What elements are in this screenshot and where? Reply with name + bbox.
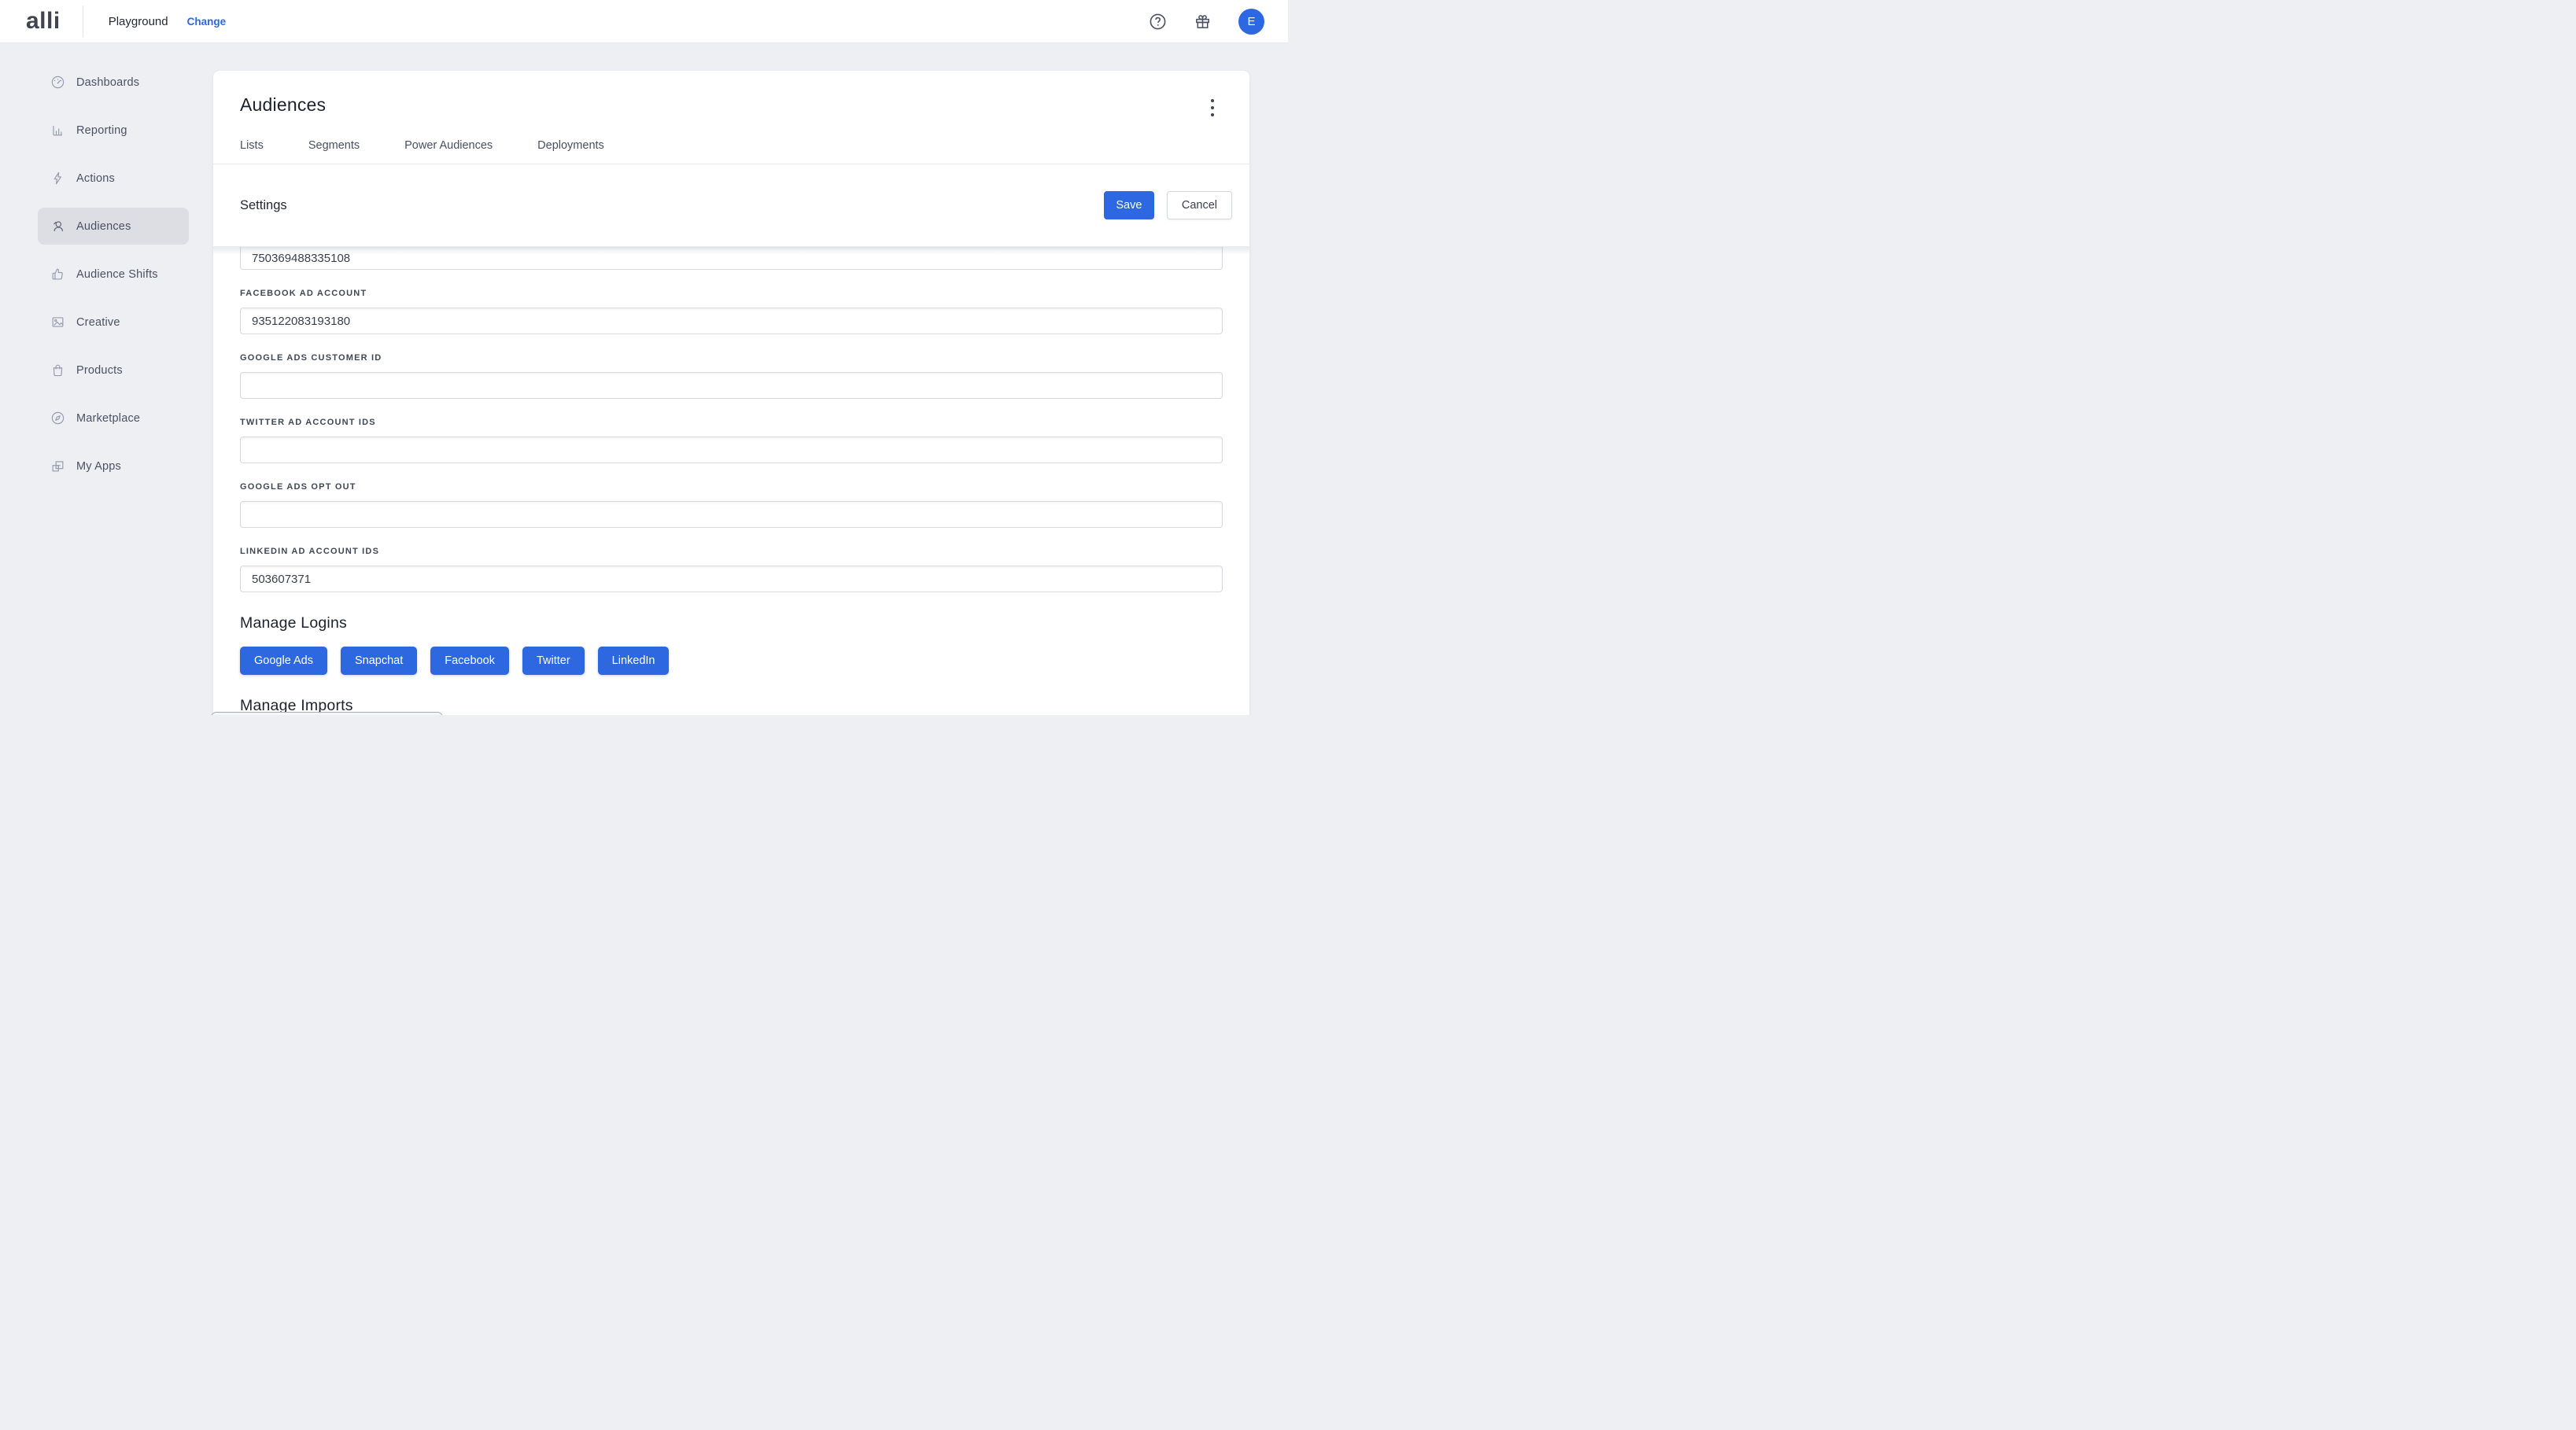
tab-bar: Lists Segments Power Audiences Deploymen… xyxy=(213,139,1249,164)
manage-logins-row: Google Ads Snapchat Facebook Twitter Lin… xyxy=(240,647,1223,675)
sidebar-item-label: My Apps xyxy=(76,460,121,473)
save-button[interactable]: Save xyxy=(1104,191,1154,219)
sidebar-item-marketplace[interactable]: Marketplace xyxy=(38,400,189,437)
linkedin-login-button[interactable]: LinkedIn xyxy=(598,647,670,675)
tab-segments[interactable]: Segments xyxy=(308,139,360,164)
audiences-panel: Audiences Lists Segments Power Audiences… xyxy=(213,71,1249,715)
sidebar-item-products[interactable]: Products xyxy=(38,352,189,389)
settings-toolbar: Settings Save Cancel xyxy=(213,164,1249,246)
kebab-menu-icon[interactable] xyxy=(1202,98,1223,118)
tab-lists[interactable]: Lists xyxy=(240,139,264,164)
panel-header: Audiences xyxy=(213,71,1249,118)
twitter-login-button[interactable]: Twitter xyxy=(522,647,585,675)
sidebar-item-label: Products xyxy=(76,364,123,377)
facebook-ad-account-input[interactable] xyxy=(240,308,1223,334)
settings-form: FACEBOOK AD ACCOUNT GOOGLE ADS CUSTOMER … xyxy=(213,246,1249,715)
sidebar-item-dashboards[interactable]: Dashboards xyxy=(38,64,189,101)
help-icon[interactable] xyxy=(1149,13,1167,31)
sidebar-item-label: Reporting xyxy=(76,124,127,137)
tab-power-audiences[interactable]: Power Audiences xyxy=(404,139,493,164)
linkedin-ad-account-ids-input[interactable] xyxy=(240,566,1223,592)
image-icon xyxy=(50,315,65,330)
google-ads-customer-id-label: GOOGLE ADS CUSTOMER ID xyxy=(240,353,1223,363)
sidebar-item-audience-shifts[interactable]: Audience Shifts xyxy=(38,256,189,293)
sidebar-item-reporting[interactable]: Reporting xyxy=(38,112,189,149)
sidebar-nav: Dashboards Reporting Actions xyxy=(0,42,213,715)
cancel-button[interactable]: Cancel xyxy=(1167,191,1232,219)
gift-icon[interactable] xyxy=(1194,13,1212,31)
snapchat-login-button[interactable]: Snapchat xyxy=(341,647,417,675)
account-id-input[interactable] xyxy=(240,247,1223,270)
shopping-bag-icon xyxy=(50,363,65,378)
facebook-ad-account-label: FACEBOOK AD ACCOUNT xyxy=(240,289,1223,298)
sidebar-item-label: Audience Shifts xyxy=(76,268,158,281)
page-title: Audiences xyxy=(240,94,326,116)
sidebar-item-label: Dashboards xyxy=(76,76,139,89)
google-ads-opt-out-label: GOOGLE ADS OPT OUT xyxy=(240,482,1223,492)
app-screen: alli Playground Change E xyxy=(0,0,1288,715)
sidebar-item-actions[interactable]: Actions xyxy=(38,160,189,197)
person-icon xyxy=(50,219,65,234)
horizontal-scrollbar-thumb[interactable] xyxy=(211,712,443,715)
sidebar-item-label: Creative xyxy=(76,316,120,329)
sidebar-item-creative[interactable]: Creative xyxy=(38,304,189,341)
settings-heading: Settings xyxy=(240,198,1104,213)
sidebar-item-audiences[interactable]: Audiences xyxy=(38,208,189,245)
linkedin-ad-account-ids-label: LINKEDIN AD ACCOUNT IDS xyxy=(240,547,1223,556)
facebook-login-button[interactable]: Facebook xyxy=(430,647,509,675)
sidebar-item-my-apps[interactable]: My Apps xyxy=(38,448,189,485)
user-avatar[interactable]: E xyxy=(1238,9,1264,35)
twitter-ad-account-ids-input[interactable] xyxy=(240,437,1223,463)
lightning-icon xyxy=(50,171,65,186)
sidebar-item-label: Actions xyxy=(76,172,115,185)
sidebar-item-label: Marketplace xyxy=(76,412,140,425)
google-ads-login-button[interactable]: Google Ads xyxy=(240,647,327,675)
bar-chart-icon xyxy=(50,123,65,138)
gauge-icon xyxy=(50,75,65,90)
twitter-ad-account-ids-label: TWITTER AD ACCOUNT IDS xyxy=(240,418,1223,427)
sidebar-item-label: Audiences xyxy=(76,220,131,233)
top-nav-bar: alli Playground Change E xyxy=(0,0,1288,43)
google-ads-customer-id-input[interactable] xyxy=(240,372,1223,399)
tab-deployments[interactable]: Deployments xyxy=(537,139,604,164)
compass-icon xyxy=(50,411,65,426)
workspace-name: Playground xyxy=(109,15,168,28)
google-ads-opt-out-input[interactable] xyxy=(240,501,1223,528)
manage-logins-heading: Manage Logins xyxy=(240,614,1223,632)
alli-logo[interactable]: alli xyxy=(26,9,61,33)
apps-grid-icon xyxy=(50,459,65,474)
change-workspace-link[interactable]: Change xyxy=(187,16,227,28)
thumbs-up-icon xyxy=(50,267,65,282)
